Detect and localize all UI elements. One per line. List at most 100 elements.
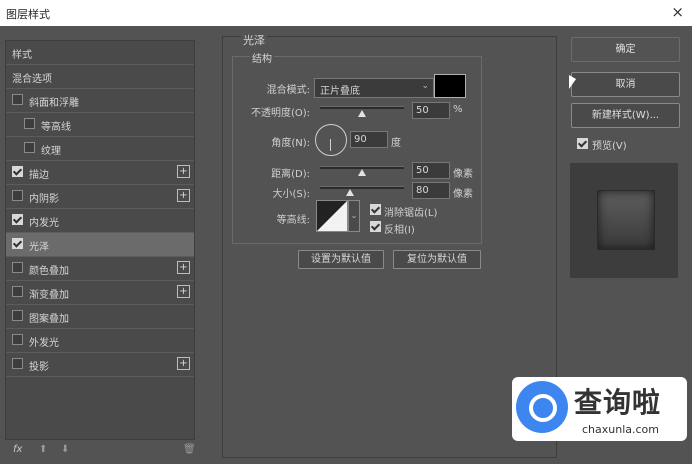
size-slider-track[interactable] [320, 186, 404, 189]
opacity-input[interactable]: 50 [412, 102, 450, 119]
preview-label: 预览(V) [592, 141, 627, 152]
style-item-label: 样式 [12, 50, 32, 61]
style-item-label: 斜面和浮雕 [29, 98, 79, 109]
invert-label: 反相(I) [384, 225, 415, 236]
style-item-label: 纹理 [41, 146, 61, 157]
distance-label: 距离(D): [271, 169, 310, 180]
style-list: 样式混合选项斜面和浮雕等高线纹理描边 + 内阴影 + 内发光光泽颜色叠加 + 渐变叠加 + 图案… [5, 40, 195, 440]
style-checkbox[interactable] [24, 142, 35, 153]
angle-input[interactable]: 90 [350, 131, 388, 148]
size-slider-thumb[interactable] [346, 189, 355, 196]
style-checkbox[interactable] [12, 286, 23, 297]
blend-mode-label: 混合模式: [266, 85, 310, 96]
opacity-slider-track[interactable] [320, 106, 404, 109]
style-item-label: 混合选项 [12, 74, 52, 85]
style-item[interactable]: 颜色叠加 + [6, 257, 194, 281]
style-item[interactable]: 样式 [6, 41, 194, 65]
style-checkbox[interactable] [12, 262, 23, 273]
style-item[interactable]: 纹理 [6, 137, 194, 161]
size-input[interactable]: 80 [412, 182, 450, 199]
color-swatch[interactable] [434, 74, 466, 98]
style-item[interactable]: 光泽 [6, 233, 194, 257]
style-item-label: 光泽 [29, 242, 49, 253]
style-item-label: 描边 [29, 170, 49, 181]
mouse-cursor-icon [569, 75, 576, 89]
antialias-checkbox[interactable] [370, 204, 381, 215]
angle-value: 90 [354, 134, 367, 145]
reset-default-button[interactable]: 复位为默认值 [393, 250, 481, 269]
fx-icon[interactable]: fx [13, 444, 22, 455]
cancel-button[interactable]: 取消 [571, 72, 680, 97]
style-checkbox[interactable] [12, 190, 23, 201]
close-icon[interactable]: × [671, 3, 684, 21]
opacity-unit: % [453, 104, 463, 115]
watermark-logo: 查询啦 chaxunla.com [512, 377, 687, 441]
size-label: 大小(S): [272, 189, 310, 200]
contour-dropdown-icon[interactable]: ⌄ [348, 200, 360, 232]
contour-preview[interactable] [316, 200, 348, 232]
ok-button[interactable]: 确定 [571, 37, 680, 62]
window-title: 图层样式 [6, 8, 50, 21]
watermark-url: chaxunla.com [582, 423, 659, 436]
preview-checkbox[interactable] [577, 138, 588, 149]
style-item[interactable]: 等高线 [6, 113, 194, 137]
search-logo-icon [516, 381, 568, 433]
style-item[interactable]: 外发光 [6, 329, 194, 353]
contour-label: 等高线: [276, 215, 310, 226]
style-checkbox[interactable] [12, 310, 23, 321]
style-item[interactable]: 描边 + [6, 161, 194, 185]
distance-value: 50 [416, 165, 429, 176]
preview-thumbnail [597, 190, 655, 250]
style-item[interactable]: 内发光 [6, 209, 194, 233]
blend-mode-select[interactable]: 正片叠底 ⌄ [314, 78, 434, 98]
opacity-slider-thumb[interactable] [358, 110, 366, 117]
style-item-label: 等高线 [41, 122, 71, 133]
move-down-icon[interactable]: ⬇ [61, 444, 69, 455]
style-item[interactable]: 内阴影 + [6, 185, 194, 209]
add-icon[interactable]: + [177, 357, 190, 370]
style-item-label: 外发光 [29, 338, 59, 349]
group-title: 结构 [250, 50, 274, 65]
trash-icon[interactable]: 🗑 [183, 444, 196, 455]
add-icon[interactable]: + [177, 261, 190, 274]
style-item-label: 图案叠加 [29, 314, 69, 325]
angle-unit: 度 [391, 138, 401, 149]
style-item[interactable]: 斜面和浮雕 [6, 89, 194, 113]
size-unit: 像素 [453, 189, 473, 200]
style-list-footer: fx ⬆ ⬇ 🗑 [5, 444, 196, 462]
antialias-label: 消除锯齿(L) [384, 208, 438, 219]
add-icon[interactable]: + [177, 189, 190, 202]
style-checkbox[interactable] [12, 358, 23, 369]
angle-label: 角度(N): [271, 138, 310, 149]
distance-slider-thumb[interactable] [358, 169, 366, 176]
style-item[interactable]: 渐变叠加 + [6, 281, 194, 305]
style-checkbox[interactable] [24, 118, 35, 129]
style-checkbox[interactable] [12, 166, 23, 177]
style-checkbox[interactable] [12, 94, 23, 105]
add-icon[interactable]: + [177, 165, 190, 178]
angle-dial[interactable] [315, 124, 347, 156]
style-checkbox[interactable] [12, 334, 23, 345]
set-default-button[interactable]: 设置为默认值 [298, 250, 384, 269]
new-style-button[interactable]: 新建样式(W)... [571, 103, 680, 128]
style-item-label: 投影 [29, 362, 49, 373]
invert-checkbox[interactable] [370, 221, 381, 232]
add-icon[interactable]: + [177, 285, 190, 298]
distance-unit: 像素 [453, 169, 473, 180]
section-title: 光泽 [241, 32, 267, 48]
opacity-value: 50 [416, 105, 429, 116]
style-checkbox[interactable] [12, 238, 23, 249]
move-up-icon[interactable]: ⬆ [39, 444, 47, 455]
distance-input[interactable]: 50 [412, 162, 450, 179]
style-item-label: 渐变叠加 [29, 290, 69, 301]
style-item-label: 内阴影 [29, 194, 59, 205]
style-item[interactable]: 图案叠加 [6, 305, 194, 329]
style-item-label: 颜色叠加 [29, 266, 69, 277]
style-checkbox[interactable] [12, 214, 23, 225]
chevron-down-icon: ⌄ [421, 81, 429, 91]
watermark-text: 查询啦 [574, 386, 662, 419]
style-item[interactable]: 投影 + [6, 353, 194, 377]
opacity-label: 不透明度(O): [250, 108, 310, 119]
contour-curve-icon [317, 201, 347, 231]
style-item[interactable]: 混合选项 [6, 65, 194, 89]
